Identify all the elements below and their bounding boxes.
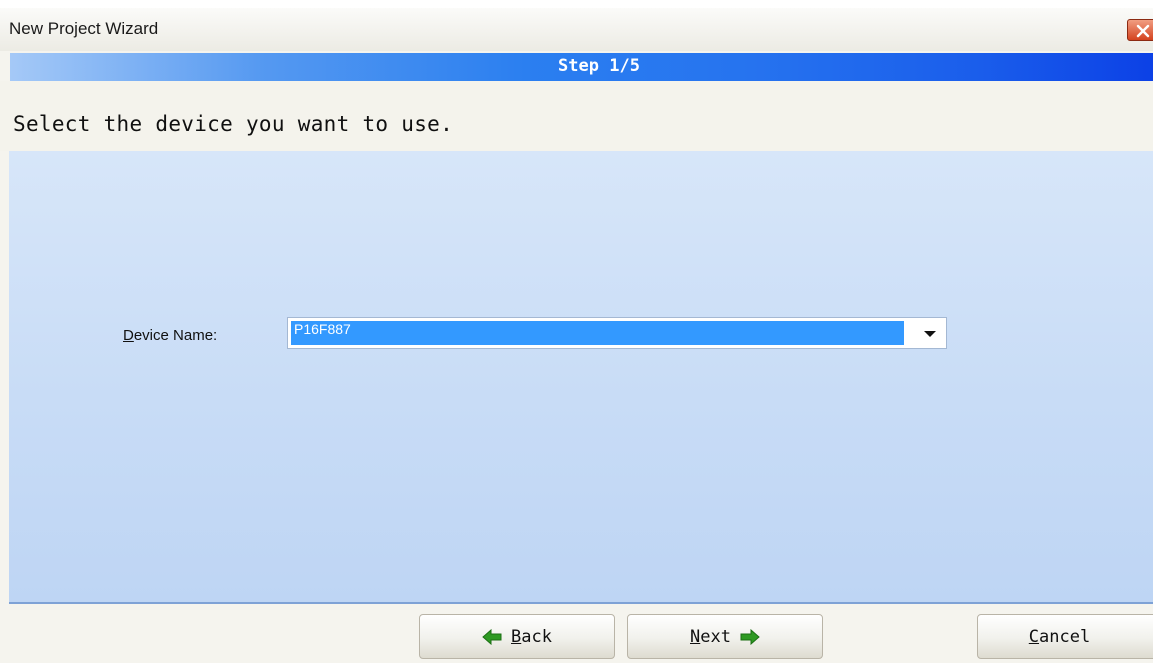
instruction-text: Select the device you want to use. [13,112,454,136]
step-indicator-bar: Step 1/5 [10,53,1153,81]
window-title: New Project Wizard [9,19,159,38]
cancel-label-rest: ancel [1039,626,1091,647]
button-bar: Back Next Cancel [0,604,1153,663]
content-panel: Device Name: P16F887 [9,151,1153,604]
instruction-band: Select the device you want to use. [0,81,1153,151]
step-indicator: Step 1/5 [558,56,640,76]
device-name-label: Device Name: [123,327,217,344]
back-button-label: Back [511,627,552,647]
cancel-button-label: Cancel [1029,627,1090,647]
device-name-combobox[interactable]: P16F887 [287,317,947,349]
next-label-rest: ext [700,626,731,647]
title-bar: New Project Wizard [0,8,1153,51]
back-mnemonic: B [511,626,522,647]
device-label-mnemonic: D [123,327,134,344]
next-button[interactable]: Next [627,614,823,659]
next-button-label: Next [690,627,731,647]
chevron-down-icon[interactable] [920,327,940,341]
back-label-rest: ack [521,626,552,647]
cancel-button[interactable]: Cancel [977,614,1153,659]
device-name-value: P16F887 [291,321,904,345]
next-mnemonic: N [690,626,701,647]
arrow-left-icon [482,628,502,645]
close-button[interactable] [1127,19,1153,41]
back-button[interactable]: Back [419,614,615,659]
cancel-mnemonic: C [1028,626,1040,647]
close-icon [1136,24,1150,38]
wizard-window: New Project Wizard Step 1/5 Select the d… [0,8,1153,663]
arrow-right-icon [740,628,760,645]
device-label-text: evice Name: [133,327,218,344]
